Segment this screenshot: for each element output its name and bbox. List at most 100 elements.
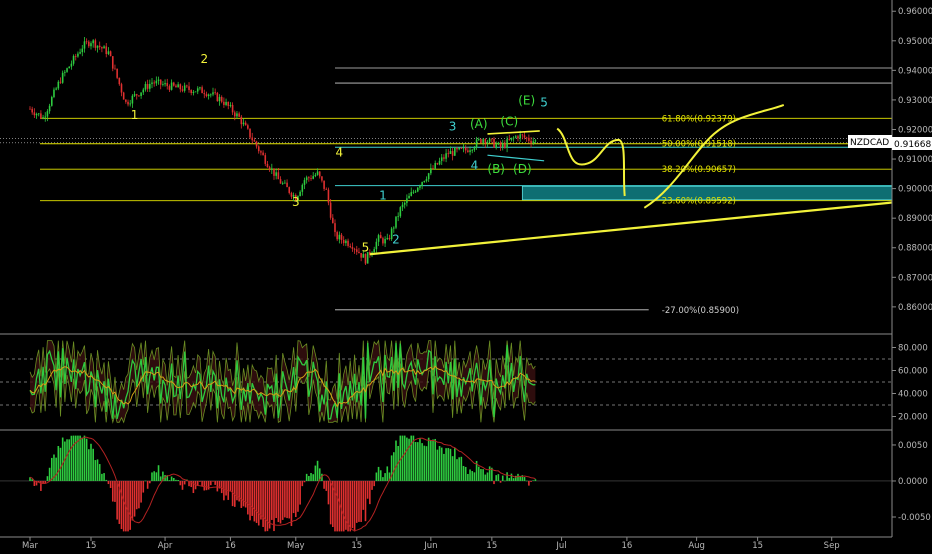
time-tick-label: 15 xyxy=(351,541,362,550)
candle-body xyxy=(214,92,216,94)
macd-histogram-bar xyxy=(303,480,306,483)
macd-histogram-bar xyxy=(345,480,347,530)
candle-body xyxy=(460,147,463,149)
candle-body xyxy=(177,84,179,88)
candle-body xyxy=(480,139,482,143)
candle-body xyxy=(210,94,212,96)
candle-body xyxy=(345,240,347,244)
macd-histogram-bar xyxy=(212,480,214,482)
macd-histogram-bar xyxy=(414,442,417,481)
macd-histogram-bar xyxy=(360,480,362,522)
macd-histogram-bar xyxy=(172,477,175,481)
candle-body xyxy=(340,234,343,240)
macd-histogram-bar xyxy=(421,443,423,481)
last-price-value: 0.91668 xyxy=(894,140,931,150)
candle-body xyxy=(440,157,443,161)
candle-body xyxy=(382,238,384,244)
macd-histogram-bar xyxy=(79,435,81,481)
macd-histogram-bar xyxy=(201,480,203,487)
candle-body xyxy=(286,182,288,188)
macd-histogram-bar xyxy=(273,480,275,532)
macd-histogram-bar xyxy=(323,480,325,489)
macd-histogram-bar xyxy=(135,480,138,510)
macd-tick-label: -0.0050 xyxy=(898,513,931,523)
candle-body xyxy=(44,116,47,118)
wave-label: 3 xyxy=(449,119,457,133)
price-tick-label: 0.91000 xyxy=(898,155,932,165)
macd-histogram-bar xyxy=(364,480,367,522)
macd-histogram-bar xyxy=(462,465,465,481)
macd-histogram-bar xyxy=(244,480,247,508)
macd-histogram-bar xyxy=(366,480,369,499)
candle-body xyxy=(111,56,114,69)
macd-histogram-bar xyxy=(101,473,103,481)
macd-histogram-bar xyxy=(523,477,526,481)
macd-histogram-bar xyxy=(138,480,140,509)
candle-body xyxy=(471,149,474,151)
candle-body xyxy=(85,41,88,43)
rsi-tick-label: 20.000 xyxy=(898,413,928,423)
candle-body xyxy=(138,95,140,97)
macd-histogram-bar xyxy=(225,480,227,496)
candle-body xyxy=(499,142,502,148)
candle-body xyxy=(146,83,149,89)
candle-body xyxy=(473,147,476,150)
candle-body xyxy=(488,138,491,142)
candle-body xyxy=(66,68,68,72)
macd-histogram-bar xyxy=(131,480,134,521)
wave-label: 2 xyxy=(392,233,400,247)
candle-body xyxy=(475,139,478,148)
candle-body xyxy=(508,139,511,141)
macd-histogram-bar xyxy=(467,473,469,481)
candle-body xyxy=(445,153,447,159)
macd-histogram-bar xyxy=(55,457,57,481)
price-tick-label: 0.90000 xyxy=(898,185,932,195)
candle-body xyxy=(35,113,38,116)
macd-histogram-bar xyxy=(247,480,249,515)
candle-body xyxy=(201,87,203,94)
macd-histogram-bar xyxy=(464,466,467,481)
macd-histogram-bar xyxy=(48,467,51,481)
macd-histogram-bar xyxy=(419,437,421,481)
candle-body xyxy=(83,41,86,49)
candle-body xyxy=(244,122,247,126)
macd-histogram-bar xyxy=(268,480,271,529)
candle-body xyxy=(192,91,195,94)
candle-body xyxy=(29,108,31,110)
macd-histogram-bar xyxy=(179,480,182,486)
candle-body xyxy=(109,51,112,57)
candle-body xyxy=(486,141,489,144)
candle-body xyxy=(449,151,452,154)
candle-body xyxy=(242,122,245,125)
candle-body xyxy=(125,99,127,102)
price-tick-label: 0.89000 xyxy=(898,214,932,224)
candle-body xyxy=(207,94,210,97)
macd-histogram-bar xyxy=(288,480,291,519)
macd-histogram-bar xyxy=(142,480,145,493)
candle-body xyxy=(484,139,487,144)
macd-histogram-bar xyxy=(50,457,53,481)
macd-histogram-bar xyxy=(486,472,489,481)
price-tick-label: 0.93000 xyxy=(898,96,932,106)
macd-histogram-bar xyxy=(146,480,149,489)
macd-histogram-bar xyxy=(471,471,474,481)
macd-histogram-bar xyxy=(46,476,49,481)
macd-histogram-bar xyxy=(382,477,384,481)
macd-histogram-bar xyxy=(114,480,116,502)
macd-histogram-bar xyxy=(153,471,155,481)
rsi-tick-label: 80.000 xyxy=(898,344,928,354)
time-tick-label: May xyxy=(287,541,305,550)
candle-body xyxy=(451,151,454,156)
rsi-tick-label: 60.000 xyxy=(898,367,928,377)
candle-body xyxy=(408,195,410,199)
macd-histogram-bar xyxy=(299,480,301,505)
macd-histogram-bar xyxy=(159,476,162,481)
candle-body xyxy=(393,227,395,229)
candle-body xyxy=(199,87,201,89)
candle-body xyxy=(410,192,413,196)
macd-histogram-bar xyxy=(111,480,114,502)
macd-histogram-bar xyxy=(314,465,317,481)
candle-body xyxy=(395,216,397,228)
candle-body xyxy=(469,150,471,153)
candle-body xyxy=(310,178,312,179)
